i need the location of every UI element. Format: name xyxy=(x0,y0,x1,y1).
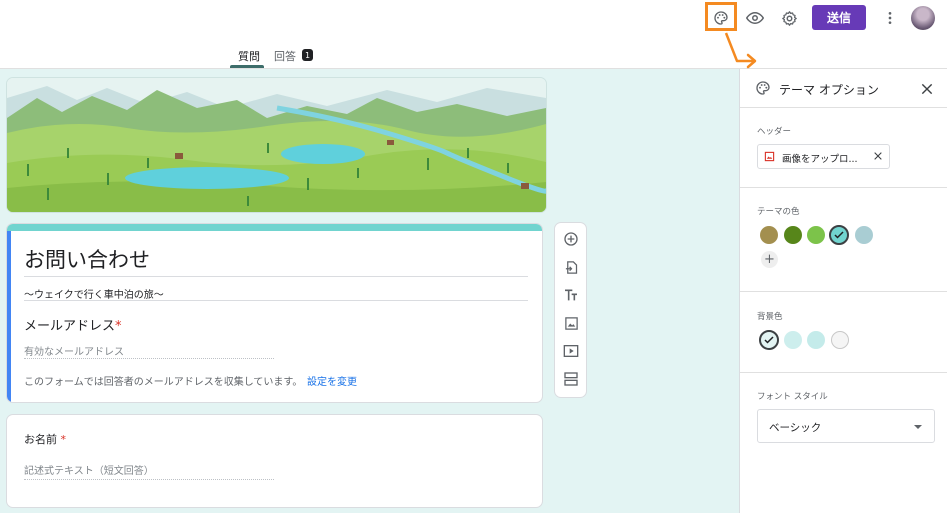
short-answer-placeholder: 記述式テキスト（短文回答） xyxy=(24,466,154,477)
active-tab-indicator xyxy=(230,65,264,68)
top-bar: 送信 質問 回答 1 xyxy=(0,0,947,69)
required-mark: * xyxy=(60,433,67,446)
upload-image-label: 画像をアップロ... xyxy=(782,154,858,165)
divider xyxy=(740,107,947,108)
add-video-icon[interactable] xyxy=(561,341,581,361)
upload-image-button[interactable]: 画像をアップロ... xyxy=(757,144,890,169)
add-section-icon[interactable] xyxy=(561,369,581,389)
change-settings-link[interactable]: 設定を変更 xyxy=(307,373,357,388)
background-color-swatch-selected[interactable] xyxy=(759,330,779,350)
divider xyxy=(740,372,947,373)
theme-color-swatch[interactable] xyxy=(807,226,825,244)
question-label: お名前 * xyxy=(24,431,66,447)
add-custom-color-button[interactable]: + xyxy=(761,251,778,268)
theme-color-swatch[interactable] xyxy=(855,226,873,244)
divider xyxy=(24,300,528,301)
required-mark: * xyxy=(115,319,122,334)
form-header-image xyxy=(6,77,547,213)
header-section-label: ヘッダー xyxy=(757,127,792,137)
email-question-text: メールアドレス xyxy=(24,319,116,334)
background-color-label: 背景色 xyxy=(757,312,783,322)
theme-color-swatch[interactable] xyxy=(760,226,778,244)
theme-color-stripe xyxy=(7,224,542,231)
add-title-icon[interactable] xyxy=(561,285,581,305)
add-image-icon[interactable] xyxy=(561,313,581,333)
palette-icon xyxy=(755,80,771,100)
theme-color-label: テーマの色 xyxy=(757,207,800,217)
email-question-label: メールアドレス* xyxy=(24,315,122,334)
form-title-card[interactable]: お問い合わせ ～ウェイクで行く車中泊の旅～ メールアドレス* 有効なメールアドレ… xyxy=(6,223,543,403)
palette-highlight-box xyxy=(705,2,737,31)
font-style-value: ベーシック xyxy=(769,422,822,434)
form-title[interactable]: お問い合わせ xyxy=(24,244,150,274)
answer-underline xyxy=(24,358,274,359)
check-icon xyxy=(764,336,774,344)
divider xyxy=(740,291,947,292)
remove-image-icon[interactable] xyxy=(873,151,883,164)
background-color-swatch[interactable] xyxy=(807,331,825,349)
question-text: お名前 xyxy=(24,433,57,446)
preview-eye-icon[interactable] xyxy=(743,6,767,30)
tab-questions[interactable]: 質問 xyxy=(238,48,260,64)
panel-title: テーマ オプション xyxy=(779,83,879,97)
divider xyxy=(24,276,528,277)
form-description[interactable]: ～ウェイクで行く車中泊の旅～ xyxy=(24,286,164,301)
add-question-icon[interactable] xyxy=(561,229,581,249)
theme-color-swatch[interactable] xyxy=(784,226,802,244)
dropdown-arrow-icon xyxy=(914,425,922,429)
import-questions-icon[interactable] xyxy=(561,257,581,277)
image-icon xyxy=(764,151,775,165)
answer-underline xyxy=(24,479,274,480)
close-icon[interactable] xyxy=(920,81,934,100)
tab-responses[interactable]: 回答 xyxy=(274,48,296,64)
settings-gear-icon[interactable] xyxy=(777,6,801,30)
floating-toolbar xyxy=(554,222,587,398)
email-answer-placeholder: 有効なメールアドレス xyxy=(24,347,124,358)
background-color-swatch[interactable] xyxy=(831,331,849,349)
check-icon xyxy=(834,231,844,239)
font-style-label: フォント スタイル xyxy=(757,392,828,402)
avatar[interactable] xyxy=(911,6,935,30)
more-vert-icon[interactable] xyxy=(878,6,902,30)
email-collection-notice: このフォームでは回答者のメールアドレスを収集しています。 xyxy=(24,377,303,388)
background-color-swatch[interactable] xyxy=(784,331,802,349)
active-card-indicator xyxy=(7,231,11,402)
theme-options-panel: テーマ オプション ヘッダー 画像をアップロ... テーマの色 + 背景色 フォ… xyxy=(739,69,947,513)
send-button[interactable]: 送信 xyxy=(812,5,866,30)
responses-count-badge: 1 xyxy=(302,49,313,61)
form-editor-area: お問い合わせ ～ウェイクで行く車中泊の旅～ メールアドレス* 有効なメールアドレ… xyxy=(0,69,739,513)
font-style-select[interactable]: ベーシック xyxy=(757,409,935,443)
theme-color-swatch-selected[interactable] xyxy=(829,225,849,245)
divider xyxy=(740,187,947,188)
question-card[interactable]: お名前 * 記述式テキスト（短文回答） xyxy=(6,414,543,508)
